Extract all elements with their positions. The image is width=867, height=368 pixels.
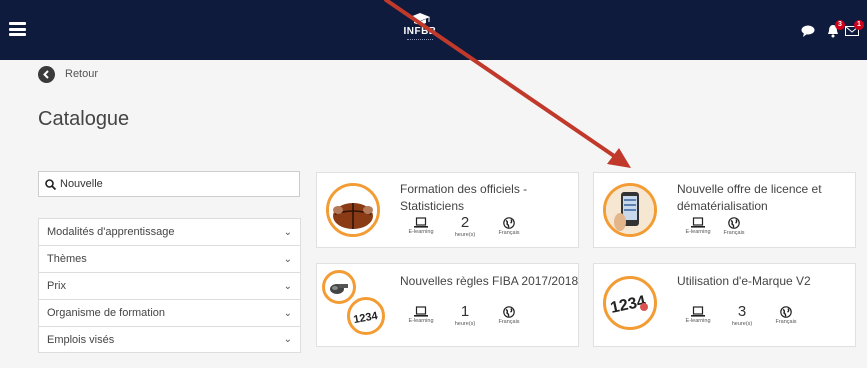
- language-label: Français: [498, 230, 520, 236]
- language-meta: Français: [765, 304, 807, 327]
- course-meta: E-learning Français: [677, 215, 749, 236]
- course-card[interactable]: Nouvelle offre de licence et dématériali…: [593, 172, 856, 248]
- modality-label: E-learning: [408, 318, 434, 324]
- laptop-icon: [414, 217, 428, 228]
- course-title: Utilisation d'e-Marque V2: [677, 274, 811, 288]
- course-card[interactable]: 1234 Utilisation d'e-Marque V2 E-learnin…: [593, 263, 856, 347]
- numbers-thumbnail: 1234: [347, 297, 385, 335]
- globe-icon: [503, 217, 515, 229]
- modality-label: E-learning: [408, 229, 434, 235]
- filter-label: Thèmes: [47, 253, 87, 265]
- phone-thumbnail: [603, 183, 657, 237]
- numbers-thumbnail: 1234: [603, 276, 657, 330]
- chevron-down-icon: ⌄: [283, 226, 292, 238]
- language-meta: Français: [721, 215, 747, 236]
- duration-unit: heure(s): [731, 321, 753, 327]
- basketball-thumbnail: [326, 183, 380, 237]
- mortarboard-icon: [410, 13, 430, 25]
- globe-icon: [728, 217, 740, 229]
- filter-label: Organisme de formation: [47, 307, 165, 319]
- filter-label: Modalités d'apprentissage: [47, 226, 175, 238]
- filter-prix[interactable]: Prix ⌄: [38, 272, 301, 299]
- logo-text: INFBB: [403, 26, 437, 37]
- search-input[interactable]: [60, 178, 290, 190]
- language-label: Français: [775, 319, 797, 325]
- chat-icon[interactable]: [801, 25, 815, 37]
- modality-label: E-learning: [685, 229, 711, 235]
- duration-meta: 2 heure(s): [444, 214, 486, 239]
- infbb-logo[interactable]: INFBB: [396, 12, 444, 50]
- language-meta: Français: [488, 304, 530, 327]
- duration-value: 3: [737, 303, 747, 320]
- duration-unit: heure(s): [454, 321, 476, 327]
- course-title: Nouvelles règles FIBA 2017/2018: [400, 274, 579, 288]
- course-meta: E-learning 2 heure(s) Français: [400, 214, 532, 239]
- filter-organisme[interactable]: Organisme de formation ⌄: [38, 299, 301, 326]
- filter-emplois[interactable]: Emplois visés ⌄: [38, 326, 301, 353]
- page-title: Catalogue: [38, 108, 130, 130]
- logo-subtitle: [407, 39, 433, 41]
- course-meta: E-learning 1 heure(s) Français: [400, 303, 532, 328]
- notifications-badge: 3: [835, 20, 845, 30]
- whistle-thumbnail: [322, 270, 356, 304]
- filter-label: Prix: [47, 280, 66, 292]
- duration-value: 1: [460, 303, 470, 320]
- course-meta: E-learning 3 heure(s) Français: [677, 303, 809, 328]
- search-box[interactable]: [38, 171, 300, 197]
- globe-icon: [780, 306, 792, 318]
- laptop-icon: [691, 217, 705, 228]
- chevron-down-icon: ⌄: [283, 334, 292, 345]
- modality-meta: E-learning: [400, 215, 442, 238]
- modality-label: E-learning: [685, 318, 711, 324]
- duration-value: 2: [460, 214, 470, 231]
- filter-modalites[interactable]: Modalités d'apprentissage ⌄: [38, 218, 301, 245]
- chevron-down-icon: ⌄: [283, 253, 292, 265]
- laptop-icon: [691, 306, 705, 317]
- course-title: Nouvelle offre de licence et dématériali…: [677, 182, 822, 213]
- duration-meta: 1 heure(s): [444, 303, 486, 328]
- language-label: Français: [723, 230, 745, 236]
- course-title: Formation des officiels - Statisticiens: [400, 182, 528, 213]
- course-card[interactable]: Formation des officiels - Statisticiens …: [316, 172, 579, 248]
- modality-meta: E-learning: [677, 304, 719, 327]
- filter-label: Emplois visés: [47, 333, 115, 346]
- chevron-down-icon: ⌄: [283, 280, 292, 292]
- back-arrow-icon: [38, 65, 55, 83]
- filter-themes[interactable]: Thèmes ⌄: [38, 245, 301, 272]
- language-meta: Français: [488, 215, 530, 238]
- filter-list: Modalités d'apprentissage ⌄ Thèmes ⌄ Pri…: [38, 218, 301, 353]
- modality-meta: E-learning: [400, 304, 442, 327]
- modality-meta: E-learning: [677, 215, 719, 236]
- search-icon: [45, 178, 56, 190]
- top-bar: INFBB 3 1: [0, 0, 867, 60]
- chevron-down-icon: ⌄: [283, 307, 292, 319]
- back-link[interactable]: Retour: [38, 65, 98, 83]
- language-label: Français: [498, 319, 520, 325]
- messages-badge: 1: [854, 20, 864, 30]
- course-card[interactable]: 1234 Nouvelles règles FIBA 2017/2018 E-l…: [316, 263, 579, 347]
- duration-unit: heure(s): [454, 232, 476, 238]
- laptop-icon: [414, 306, 428, 317]
- menu-icon[interactable]: [9, 22, 26, 36]
- duration-meta: 3 heure(s): [721, 303, 763, 328]
- globe-icon: [503, 306, 515, 318]
- back-label: Retour: [65, 68, 99, 80]
- svg-text:1234: 1234: [353, 310, 380, 326]
